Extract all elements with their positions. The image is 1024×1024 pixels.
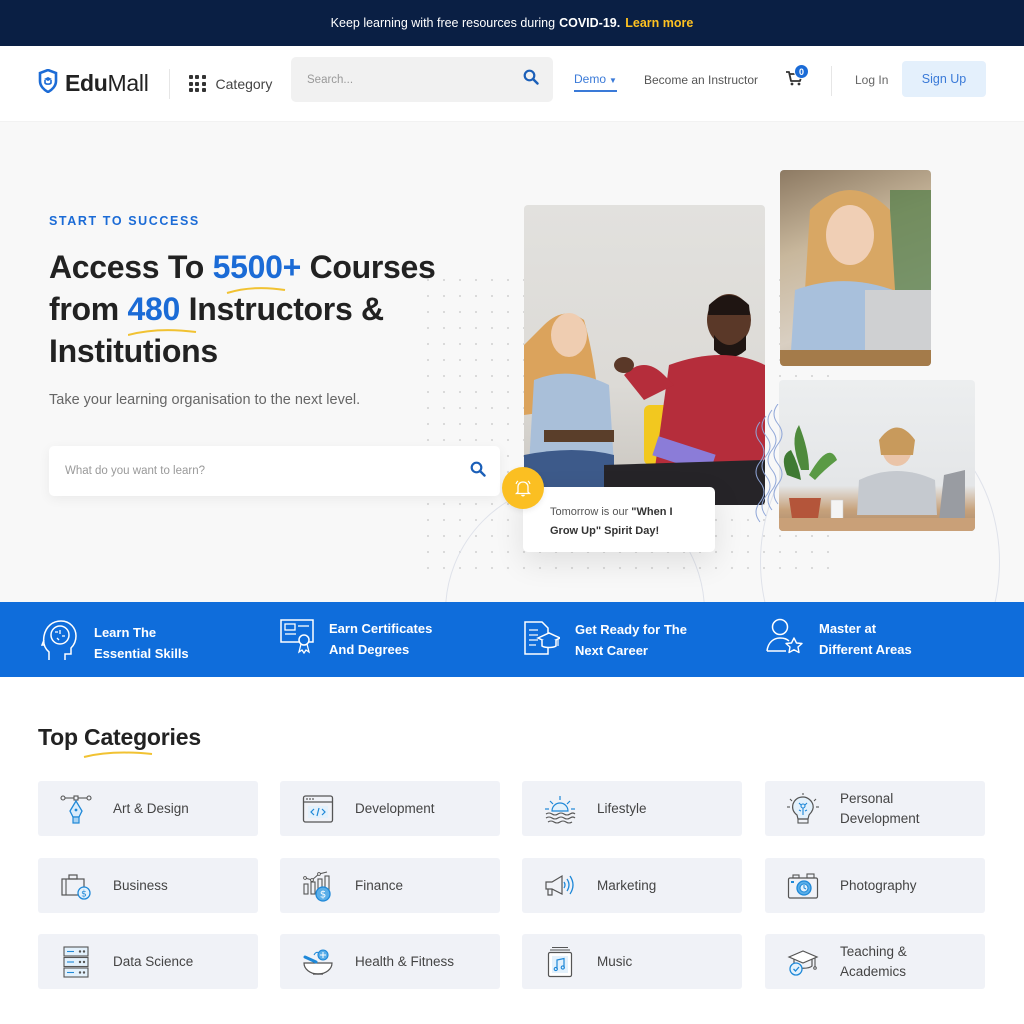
header-search — [291, 57, 553, 102]
courses-count: 5500+ — [213, 246, 301, 294]
section-title: Top Categories — [38, 724, 201, 758]
career-document-icon — [522, 618, 562, 662]
category-art-design[interactable]: Art & Design — [38, 781, 258, 836]
nav-become-instructor[interactable]: Become an Instructor — [644, 73, 758, 87]
site-header: EduMall Category Demo▼ Become an Instruc… — [0, 46, 1024, 122]
code-window-icon — [302, 793, 334, 825]
graduation-cap-icon — [787, 946, 819, 978]
announcement-banner: Keep learning with free resources during… — [0, 0, 1024, 46]
category-health-fitness[interactable]: Health & Fitness — [280, 934, 500, 989]
category-label: Teaching & Academics — [840, 943, 907, 979]
certificate-icon — [280, 618, 314, 660]
hero-section: START TO SUCCESS Access To 5500+ Courses… — [0, 122, 1024, 602]
category-business[interactable]: $ Business — [38, 858, 258, 913]
category-label: Marketing — [597, 877, 657, 893]
feature-item: Master at Different Areas — [766, 618, 912, 660]
category-music[interactable]: Music — [522, 934, 742, 989]
logo[interactable]: EduMall — [38, 68, 149, 98]
nav-demo[interactable]: Demo ▼ — [574, 72, 617, 92]
briefcase-dollar-icon: $ — [60, 870, 92, 902]
hero-search-input[interactable] — [65, 465, 470, 477]
feature-item: Learn The Essential Skills — [40, 618, 189, 668]
header-search-input[interactable] — [307, 73, 523, 86]
megaphone-icon — [544, 870, 576, 902]
category-label: Category — [215, 75, 273, 92]
user-star-icon — [766, 618, 804, 660]
decorative-wave — [755, 404, 783, 523]
hero-headline: Access To 5500+ Courses from 480 Instruc… — [49, 246, 479, 372]
brain-head-icon — [40, 618, 79, 668]
svg-text:$: $ — [320, 889, 326, 900]
feature-item: Earn Certificates And Degrees — [280, 618, 432, 660]
pen-tool-icon — [60, 793, 92, 825]
svg-text:$: $ — [81, 889, 87, 899]
hero-eyebrow: START TO SUCCESS — [49, 214, 200, 228]
login-link[interactable]: Log In — [855, 73, 888, 87]
category-photography[interactable]: Photography — [765, 858, 985, 913]
category-development[interactable]: Development — [280, 781, 500, 836]
category-label: Personal Development — [840, 790, 920, 826]
hero-subtitle: Take your learning organisation to the n… — [49, 392, 361, 408]
bell-icon — [502, 467, 544, 509]
category-label: Art & Design — [113, 800, 189, 816]
notification-card: Tomorrow is our "When I Grow Up" Spirit … — [523, 487, 715, 552]
category-teaching-academics[interactable]: Teaching & Academics — [765, 934, 985, 989]
hero-search — [49, 446, 500, 496]
server-icon — [60, 945, 92, 978]
features-band: Learn The Essential Skills Earn Certifica… — [0, 602, 1024, 677]
category-label: Finance — [355, 877, 404, 893]
grid-icon — [188, 75, 206, 92]
divider — [168, 68, 170, 99]
cart-button[interactable]: 0 — [785, 64, 809, 91]
category-label: Photography — [840, 877, 917, 893]
camera-icon — [787, 870, 819, 902]
logo-text: EduMall — [65, 70, 149, 96]
signup-button[interactable]: Sign Up — [902, 61, 986, 97]
lightbulb-head-icon — [787, 792, 819, 825]
chart-dollar-icon: $ — [302, 870, 334, 902]
category-label: Music — [597, 953, 633, 969]
category-label: Data Science — [113, 953, 194, 969]
search-icon[interactable] — [523, 69, 539, 90]
category-data-science[interactable]: Data Science — [38, 934, 258, 989]
music-album-icon — [544, 946, 576, 978]
cart-count-badge: 0 — [794, 64, 809, 79]
hero-photo-student-desk — [779, 380, 975, 531]
sunrise-icon — [544, 793, 576, 825]
category-lifestyle[interactable]: Lifestyle — [522, 781, 742, 836]
hero-photo-discussion — [524, 205, 765, 505]
category-marketing[interactable]: Marketing — [522, 858, 742, 913]
category-menu-button[interactable]: Category — [188, 75, 273, 92]
divider — [831, 66, 832, 96]
search-icon[interactable] — [470, 461, 486, 482]
shield-logo-icon — [38, 68, 58, 98]
chevron-down-icon: ▼ — [609, 76, 617, 85]
category-label: Lifestyle — [597, 800, 647, 816]
instructors-count: 480 — [127, 288, 196, 336]
category-label: Development — [355, 800, 435, 816]
hero-photo-woman-laptop — [780, 170, 931, 366]
banner-text: Keep learning with free resources during — [330, 16, 556, 30]
category-personal-development[interactable]: Personal Development — [765, 781, 985, 836]
category-label: Health & Fitness — [355, 953, 455, 969]
learn-more-link[interactable]: Learn more — [625, 16, 693, 30]
mortar-pestle-icon — [302, 946, 334, 978]
category-label: Business — [113, 877, 168, 893]
banner-highlight: COVID-19. — [559, 16, 621, 30]
category-finance[interactable]: $ Finance — [280, 858, 500, 913]
feature-item: Get Ready for The Next Career — [522, 618, 687, 662]
